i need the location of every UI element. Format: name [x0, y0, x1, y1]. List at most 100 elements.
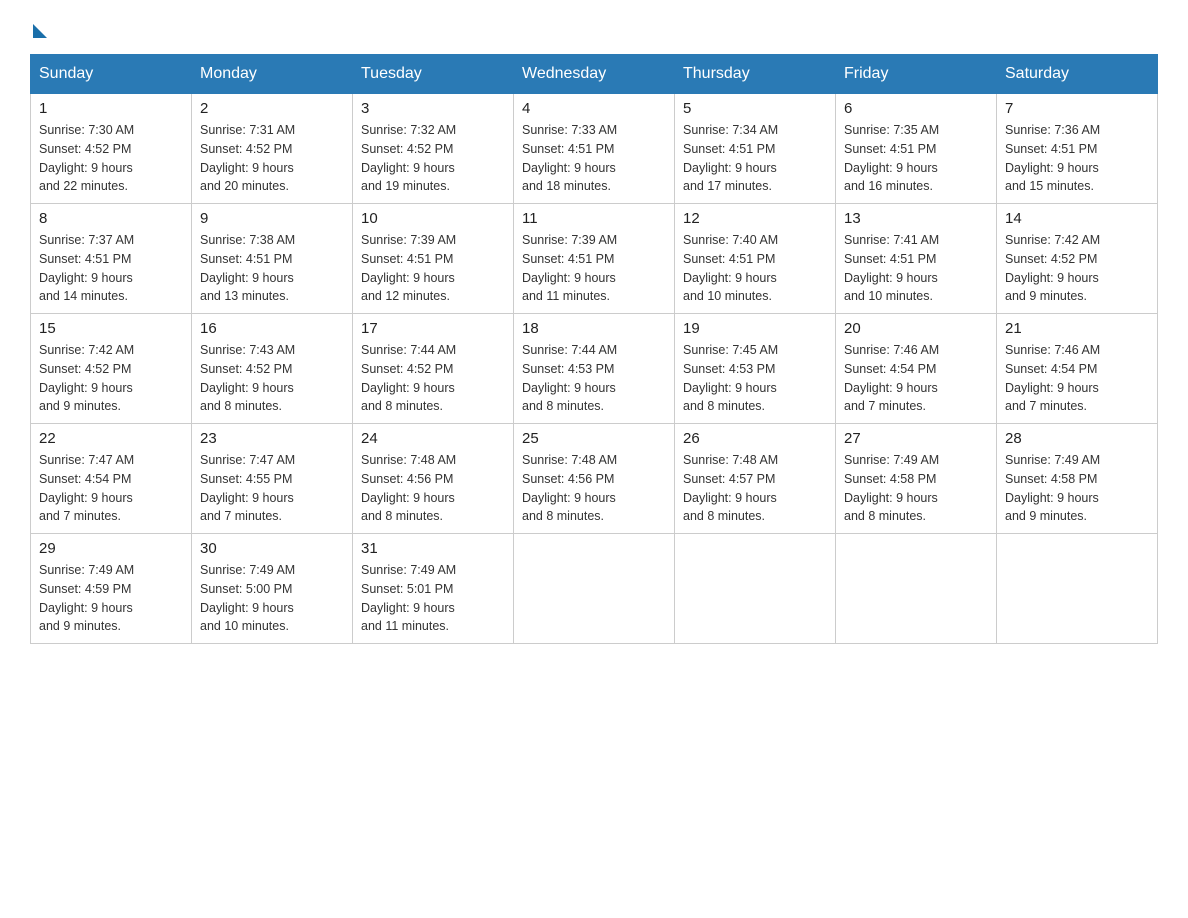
- calendar-cell: [997, 534, 1158, 644]
- calendar-cell: 24 Sunrise: 7:48 AM Sunset: 4:56 PM Dayli…: [353, 424, 514, 534]
- day-number: 1: [39, 100, 183, 117]
- calendar-week-row: 1Sunrise: 7:30 AM Sunset: 4:52 PM Daylig…: [31, 94, 1158, 204]
- day-info: Sunrise: 7:48 AM Sunset: 4:56 PM Dayligh…: [522, 451, 666, 526]
- day-info: Sunrise: 7:47 AM Sunset: 4:55 PM Dayligh…: [200, 451, 344, 526]
- day-info: Sunrise: 7:38 AM Sunset: 4:51 PM Dayligh…: [200, 231, 344, 306]
- logo-arrow-icon: [33, 24, 47, 38]
- calendar-cell: 5 Sunrise: 7:34 AM Sunset: 4:51 PM Daylig…: [675, 94, 836, 204]
- calendar-cell: 26 Sunrise: 7:48 AM Sunset: 4:57 PM Dayli…: [675, 424, 836, 534]
- day-info: Sunrise: 7:36 AM Sunset: 4:51 PM Dayligh…: [1005, 121, 1149, 196]
- page-header: [30, 20, 1158, 34]
- day-number: 21: [1005, 320, 1149, 337]
- day-number: 19: [683, 320, 827, 337]
- day-info: Sunrise: 7:49 AM Sunset: 5:01 PM Dayligh…: [361, 561, 505, 636]
- calendar-cell: 2 Sunrise: 7:31 AM Sunset: 4:52 PM Daylig…: [192, 94, 353, 204]
- day-info: Sunrise: 7:37 AM Sunset: 4:51 PM Dayligh…: [39, 231, 183, 306]
- day-info: Sunrise: 7:43 AM Sunset: 4:52 PM Dayligh…: [200, 341, 344, 416]
- day-number: 17: [361, 320, 505, 337]
- calendar-cell: 8 Sunrise: 7:37 AM Sunset: 4:51 PM Daylig…: [31, 204, 192, 314]
- day-info: Sunrise: 7:44 AM Sunset: 4:52 PM Dayligh…: [361, 341, 505, 416]
- day-number: 24: [361, 430, 505, 447]
- calendar-cell: 16 Sunrise: 7:43 AM Sunset: 4:52 PM Dayli…: [192, 314, 353, 424]
- day-info: Sunrise: 7:31 AM Sunset: 4:52 PM Dayligh…: [200, 121, 344, 196]
- calendar-cell: 29 Sunrise: 7:49 AM Sunset: 4:59 PM Dayli…: [31, 534, 192, 644]
- calendar-cell: 25 Sunrise: 7:48 AM Sunset: 4:56 PM Dayli…: [514, 424, 675, 534]
- calendar-cell: 19 Sunrise: 7:45 AM Sunset: 4:53 PM Dayli…: [675, 314, 836, 424]
- day-info: Sunrise: 7:44 AM Sunset: 4:53 PM Dayligh…: [522, 341, 666, 416]
- day-info: Sunrise: 7:49 AM Sunset: 4:58 PM Dayligh…: [844, 451, 988, 526]
- day-number: 11: [522, 210, 666, 227]
- day-info: Sunrise: 7:35 AM Sunset: 4:51 PM Dayligh…: [844, 121, 988, 196]
- logo: [30, 20, 47, 34]
- calendar-table: SundayMondayTuesdayWednesdayThursdayFrid…: [30, 54, 1158, 644]
- calendar-cell: 4Sunrise: 7:33 AM Sunset: 4:51 PM Daylig…: [514, 94, 675, 204]
- weekday-header-saturday: Saturday: [997, 55, 1158, 94]
- calendar-cell: 31 Sunrise: 7:49 AM Sunset: 5:01 PM Dayli…: [353, 534, 514, 644]
- weekday-header-row: SundayMondayTuesdayWednesdayThursdayFrid…: [31, 55, 1158, 94]
- day-number: 4: [522, 100, 666, 117]
- weekday-header-wednesday: Wednesday: [514, 55, 675, 94]
- day-number: 15: [39, 320, 183, 337]
- day-info: Sunrise: 7:34 AM Sunset: 4:51 PM Dayligh…: [683, 121, 827, 196]
- day-number: 2: [200, 100, 344, 117]
- calendar-cell: 11 Sunrise: 7:39 AM Sunset: 4:51 PM Dayli…: [514, 204, 675, 314]
- calendar-cell: 17 Sunrise: 7:44 AM Sunset: 4:52 PM Dayli…: [353, 314, 514, 424]
- day-info: Sunrise: 7:39 AM Sunset: 4:51 PM Dayligh…: [361, 231, 505, 306]
- day-number: 23: [200, 430, 344, 447]
- calendar-cell: [675, 534, 836, 644]
- day-number: 13: [844, 210, 988, 227]
- day-number: 10: [361, 210, 505, 227]
- day-number: 3: [361, 100, 505, 117]
- day-info: Sunrise: 7:49 AM Sunset: 5:00 PM Dayligh…: [200, 561, 344, 636]
- calendar-cell: 21 Sunrise: 7:46 AM Sunset: 4:54 PM Dayli…: [997, 314, 1158, 424]
- day-number: 14: [1005, 210, 1149, 227]
- day-number: 16: [200, 320, 344, 337]
- day-info: Sunrise: 7:42 AM Sunset: 4:52 PM Dayligh…: [1005, 231, 1149, 306]
- weekday-header-monday: Monday: [192, 55, 353, 94]
- day-number: 12: [683, 210, 827, 227]
- calendar-cell: 13Sunrise: 7:41 AM Sunset: 4:51 PM Dayli…: [836, 204, 997, 314]
- day-info: Sunrise: 7:40 AM Sunset: 4:51 PM Dayligh…: [683, 231, 827, 306]
- calendar-cell: 30 Sunrise: 7:49 AM Sunset: 5:00 PM Dayli…: [192, 534, 353, 644]
- day-info: Sunrise: 7:48 AM Sunset: 4:56 PM Dayligh…: [361, 451, 505, 526]
- weekday-header-friday: Friday: [836, 55, 997, 94]
- calendar-cell: 23 Sunrise: 7:47 AM Sunset: 4:55 PM Dayli…: [192, 424, 353, 534]
- weekday-header-thursday: Thursday: [675, 55, 836, 94]
- day-info: Sunrise: 7:39 AM Sunset: 4:51 PM Dayligh…: [522, 231, 666, 306]
- calendar-cell: 1Sunrise: 7:30 AM Sunset: 4:52 PM Daylig…: [31, 94, 192, 204]
- calendar-cell: 6 Sunrise: 7:35 AM Sunset: 4:51 PM Daylig…: [836, 94, 997, 204]
- calendar-cell: 28Sunrise: 7:49 AM Sunset: 4:58 PM Dayli…: [997, 424, 1158, 534]
- day-info: Sunrise: 7:47 AM Sunset: 4:54 PM Dayligh…: [39, 451, 183, 526]
- day-number: 31: [361, 540, 505, 557]
- day-number: 22: [39, 430, 183, 447]
- day-info: Sunrise: 7:46 AM Sunset: 4:54 PM Dayligh…: [844, 341, 988, 416]
- day-number: 8: [39, 210, 183, 227]
- day-info: Sunrise: 7:42 AM Sunset: 4:52 PM Dayligh…: [39, 341, 183, 416]
- calendar-week-row: 8 Sunrise: 7:37 AM Sunset: 4:51 PM Daylig…: [31, 204, 1158, 314]
- day-info: Sunrise: 7:45 AM Sunset: 4:53 PM Dayligh…: [683, 341, 827, 416]
- day-number: 25: [522, 430, 666, 447]
- calendar-cell: 3Sunrise: 7:32 AM Sunset: 4:52 PM Daylig…: [353, 94, 514, 204]
- day-number: 7: [1005, 100, 1149, 117]
- day-number: 26: [683, 430, 827, 447]
- day-number: 27: [844, 430, 988, 447]
- day-number: 18: [522, 320, 666, 337]
- day-info: Sunrise: 7:48 AM Sunset: 4:57 PM Dayligh…: [683, 451, 827, 526]
- day-number: 6: [844, 100, 988, 117]
- day-number: 29: [39, 540, 183, 557]
- calendar-cell: 12 Sunrise: 7:40 AM Sunset: 4:51 PM Dayli…: [675, 204, 836, 314]
- calendar-cell: 27 Sunrise: 7:49 AM Sunset: 4:58 PM Dayli…: [836, 424, 997, 534]
- day-number: 28: [1005, 430, 1149, 447]
- calendar-week-row: 22 Sunrise: 7:47 AM Sunset: 4:54 PM Dayli…: [31, 424, 1158, 534]
- weekday-header-tuesday: Tuesday: [353, 55, 514, 94]
- calendar-cell: 15 Sunrise: 7:42 AM Sunset: 4:52 PM Dayli…: [31, 314, 192, 424]
- calendar-cell: [514, 534, 675, 644]
- day-info: Sunrise: 7:46 AM Sunset: 4:54 PM Dayligh…: [1005, 341, 1149, 416]
- calendar-cell: 22 Sunrise: 7:47 AM Sunset: 4:54 PM Dayli…: [31, 424, 192, 534]
- calendar-week-row: 15 Sunrise: 7:42 AM Sunset: 4:52 PM Dayli…: [31, 314, 1158, 424]
- day-number: 5: [683, 100, 827, 117]
- weekday-header-sunday: Sunday: [31, 55, 192, 94]
- day-info: Sunrise: 7:49 AM Sunset: 4:59 PM Dayligh…: [39, 561, 183, 636]
- calendar-cell: [836, 534, 997, 644]
- day-number: 30: [200, 540, 344, 557]
